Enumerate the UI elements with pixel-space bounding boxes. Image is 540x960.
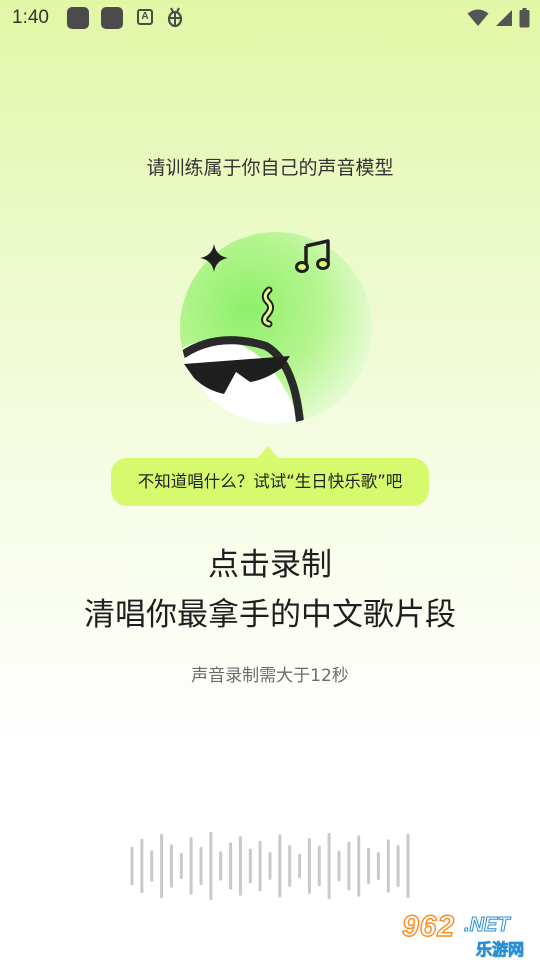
watermark-brand: 962 bbox=[401, 909, 456, 943]
battery-icon bbox=[519, 8, 530, 28]
watermark-site-name: 乐游网 bbox=[476, 940, 525, 960]
waveform-bar bbox=[160, 833, 164, 899]
waveform-bar bbox=[327, 832, 331, 900]
waveform-bar bbox=[288, 845, 292, 887]
waveform-bar bbox=[268, 852, 272, 880]
waveform-bar bbox=[169, 844, 173, 888]
waveform-bar bbox=[337, 850, 341, 882]
waveform-bar bbox=[189, 837, 193, 895]
waveform-bar bbox=[376, 852, 380, 880]
signal-icon bbox=[496, 10, 512, 26]
waveform-bar bbox=[130, 846, 134, 886]
waveform-bar bbox=[357, 835, 361, 897]
waveform-bar bbox=[199, 846, 203, 886]
site-watermark: 962 .NET 乐游网 bbox=[401, 909, 536, 959]
status-time: 1:40 bbox=[12, 7, 49, 28]
waveform-bar bbox=[229, 842, 233, 890]
bug-icon bbox=[164, 6, 186, 32]
waveform-bar bbox=[140, 838, 144, 894]
waveform-bar bbox=[219, 851, 223, 881]
waveform-bar bbox=[367, 847, 371, 885]
waveform-bar bbox=[238, 836, 242, 896]
wifi-icon bbox=[467, 9, 489, 26]
record-subheadline: 清唱你最拿手的中文歌片段 bbox=[84, 597, 456, 633]
waveform-bar bbox=[347, 841, 351, 891]
record-headline: 点击录制 bbox=[208, 547, 332, 583]
notification-square-icon bbox=[67, 7, 89, 29]
waveform-bar bbox=[298, 853, 302, 879]
waveform-record-area[interactable] bbox=[0, 828, 540, 904]
text-a-icon: A bbox=[137, 9, 153, 25]
waveform-bar bbox=[179, 852, 183, 880]
watermark-domain: .NET bbox=[464, 914, 511, 937]
waveform-bar bbox=[396, 845, 400, 887]
waveform-bar bbox=[209, 831, 213, 901]
waveform-bar bbox=[307, 838, 311, 894]
waveform-bar bbox=[386, 839, 390, 893]
song-suggestion-bubble[interactable]: 不知道唱什么？试试“生日快乐歌”吧 bbox=[111, 458, 429, 506]
mascot-illustration[interactable] bbox=[170, 232, 380, 432]
waveform-bar bbox=[258, 840, 262, 892]
waveform-bar bbox=[248, 848, 252, 884]
waveform-bar bbox=[406, 833, 410, 899]
status-bar: 1:40 A bbox=[0, 0, 540, 36]
duration-hint: 声音录制需大于12秒 bbox=[191, 666, 349, 686]
notification-square-icon bbox=[101, 7, 123, 29]
page-title: 请训练属于你自己的声音模型 bbox=[146, 157, 394, 179]
waveform-bar bbox=[317, 845, 321, 887]
waveform-bar bbox=[278, 834, 282, 898]
waveform-bar bbox=[150, 850, 154, 882]
